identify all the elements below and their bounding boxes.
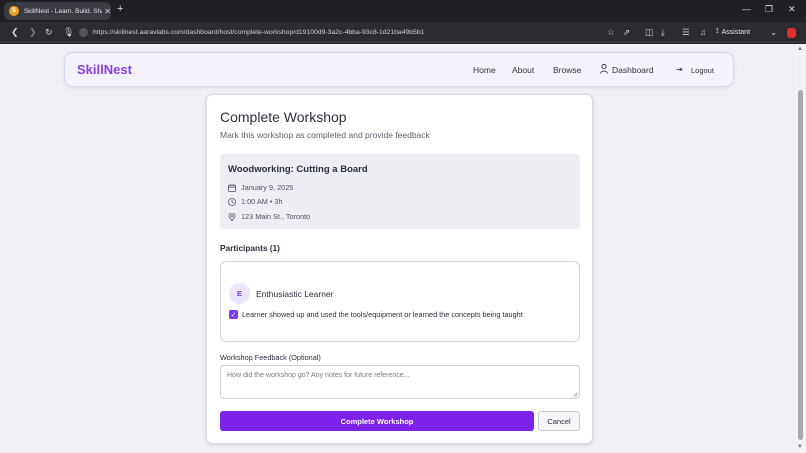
brand-logo[interactable]: SkillNest (77, 62, 132, 77)
chevron-down-icon[interactable]: ⌄ (770, 27, 777, 38)
minimize-icon[interactable]: — (742, 4, 751, 14)
browser-tab[interactable]: S SkillNest - Learn. Build. Share. ✕ (4, 2, 111, 20)
checkmark-icon: ✓ (230, 311, 237, 319)
complete-workshop-button[interactable]: Complete Workshop (220, 411, 534, 431)
feedback-label: Workshop Feedback (Optional) (220, 353, 321, 362)
workshop-date: January 9, 2025 (241, 183, 294, 192)
calendar-icon (228, 183, 236, 192)
close-tab-icon[interactable]: ✕ (104, 7, 111, 16)
forward-icon[interactable]: ❯ (29, 27, 37, 38)
attendance-checkbox[interactable]: ✓ (229, 310, 238, 319)
workshop-summary: Woodworking: Cutting a Board January 9, … (220, 154, 580, 229)
clock-icon (228, 197, 236, 206)
nav-link-dashboard[interactable]: Dashboard (612, 65, 654, 75)
assistant-label: Assistant (721, 28, 751, 36)
audio-icon[interactable]: ♫ (700, 27, 706, 37)
nav-link-home[interactable]: Home (473, 65, 496, 75)
reload-icon[interactable]: ↻ (45, 27, 53, 38)
window-close-icon[interactable]: ✕ (788, 4, 796, 15)
avatar: E (229, 283, 250, 304)
restore-icon[interactable]: ❐ (765, 4, 773, 15)
share-icon[interactable]: ⇗ (623, 27, 630, 38)
browser-shield-icon[interactable] (787, 28, 796, 38)
page-scrollbar[interactable]: ▲ ▼ (795, 44, 806, 453)
workshop-time: 1:00 AM • 3h (241, 197, 283, 206)
complete-workshop-card: Complete Workshop Mark this workshop as … (206, 94, 593, 444)
workshop-title: Woodworking: Cutting a Board (228, 164, 368, 175)
scrollbar-thumb[interactable] (798, 90, 803, 440)
workshop-location: 123 Main St., Toronto (241, 212, 311, 221)
menu-lines-icon[interactable]: ☰ (682, 27, 690, 38)
microphone-icon[interactable]: 🎙︎ (63, 27, 74, 38)
resize-grip-icon[interactable] (573, 392, 578, 397)
url-text: https://skillnest.aaravlabs.com/dashboar… (93, 29, 425, 36)
address-bar: ❮ ❯ ↻ 🎙︎ https://skillnest.aaravlabs.com… (0, 22, 806, 43)
cancel-button[interactable]: Cancel (538, 411, 580, 431)
assistant-icon: ⟟ (716, 28, 719, 35)
bookmark-star-icon[interactable]: ☆ (607, 27, 615, 38)
site-info-icon[interactable] (79, 28, 88, 37)
page-viewport: SkillNest Home About Browse Dashboard ⇥ … (0, 44, 795, 453)
attendance-checkbox-label[interactable]: Learner showed up and used the tools/equ… (242, 310, 523, 319)
assistant-button[interactable]: ⟟ Assistant (716, 28, 750, 36)
download-icon[interactable]: ⤓ (661, 27, 665, 38)
participant-card: E Enthusiastic Learner ✓ Learner showed … (220, 261, 580, 342)
nav-link-about[interactable]: About (512, 65, 534, 75)
page-subtitle: Mark this workshop as completed and prov… (220, 130, 430, 140)
site-navbar: SkillNest Home About Browse Dashboard ⇥ … (64, 52, 734, 87)
browser-tab-bar: S SkillNest - Learn. Build. Share. ✕ + —… (0, 0, 806, 22)
participants-heading: Participants (1) (220, 243, 280, 253)
screenshot-icon[interactable]: ◫ (645, 27, 653, 38)
tab-title: SkillNest - Learn. Build. Share. (23, 7, 102, 15)
new-tab-icon[interactable]: + (117, 3, 123, 15)
scroll-down-icon[interactable]: ▼ (797, 444, 803, 450)
logout-icon[interactable]: ⇥ (676, 65, 683, 74)
site-favicon-icon: S (9, 6, 19, 16)
participant-name: Enthusiastic Learner (256, 289, 334, 299)
page-title: Complete Workshop (220, 109, 347, 125)
url-field[interactable]: https://skillnest.aaravlabs.com/dashboar… (79, 25, 599, 40)
back-icon[interactable]: ❮ (11, 27, 19, 38)
workshop-location-row: 123 Main St., Toronto (228, 212, 310, 221)
logout-link[interactable]: Logout (691, 66, 714, 75)
nav-link-browse[interactable]: Browse (553, 65, 581, 75)
map-pin-icon (228, 212, 236, 221)
workshop-date-row: January 9, 2025 (228, 183, 293, 192)
workshop-time-row: 1:00 AM • 3h (228, 197, 283, 206)
feedback-textarea[interactable] (220, 365, 580, 399)
scroll-up-icon[interactable]: ▲ (797, 46, 803, 52)
user-icon (600, 64, 608, 74)
